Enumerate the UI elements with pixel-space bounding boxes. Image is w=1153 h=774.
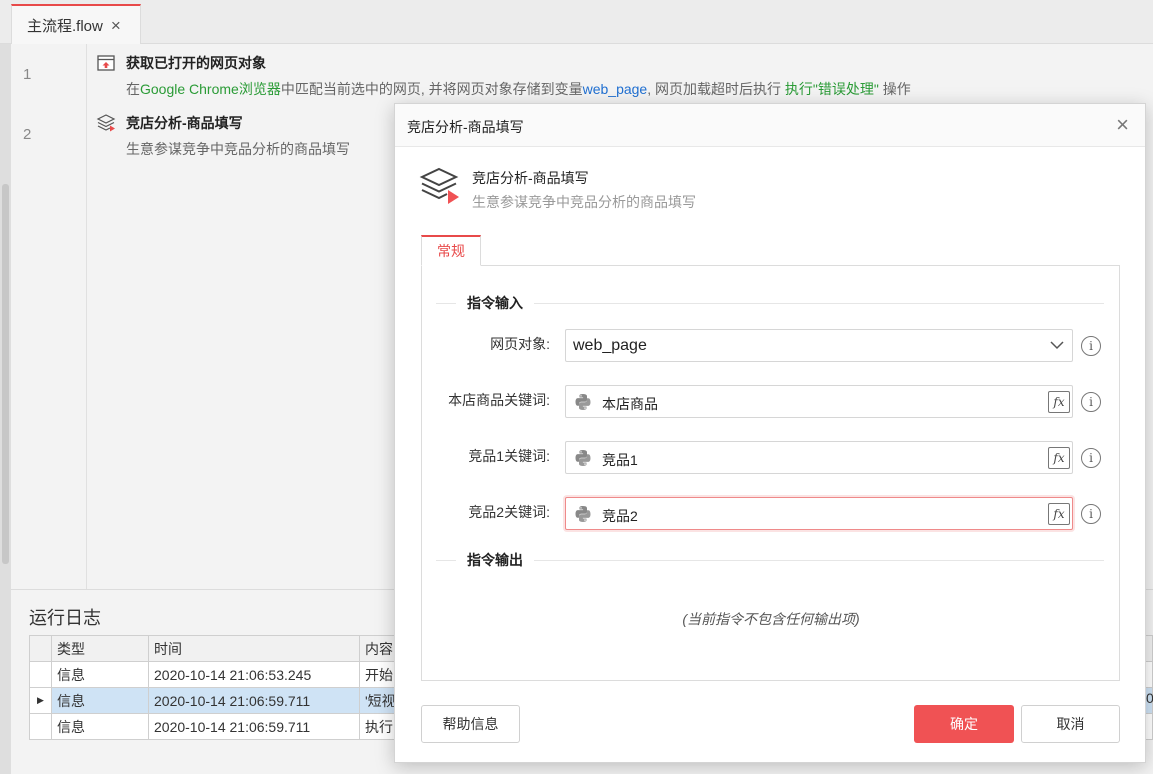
scrollbar-thumb[interactable] [2,184,9,564]
column-header-time[interactable]: 时间 [148,635,360,662]
log-title: 运行日志 [29,608,101,628]
dialog-header: 竞店分析-商品填写 × [395,104,1145,147]
section-input: 指令输入 [436,293,1104,313]
command-name: 竞店分析-商品填写 [472,170,589,186]
comp1-keyword-value: 竞品1 [602,452,638,468]
step-desc: 生意参谋竞争中竞品分析的商品填写 [126,141,350,157]
log-type: 信息 [51,661,149,688]
command-dialog: 竞店分析-商品填写 × 竞店分析-商品填写 生意参谋竞争中竞品分析的商品填写 常… [394,103,1146,763]
row-indicator [29,713,52,740]
row-indicator [29,661,52,688]
python-icon [575,506,591,522]
comp2-keyword-value: 竞品2 [602,508,638,524]
tab-main-flow[interactable]: 主流程.flow × [11,4,141,44]
info-icon[interactable]: i [1081,392,1101,412]
no-output-message: (当前指令不包含任何输出项) [682,611,860,627]
line-number: 2 [23,126,32,143]
tab-bar: 主流程.flow × [0,0,1153,44]
fx-icon[interactable]: fx [1048,447,1070,469]
store-keyword-input[interactable]: 本店商品 [565,385,1073,418]
tab-label: 主流程.flow [27,17,103,35]
info-icon[interactable]: i [1081,448,1101,468]
row-indicator-header [29,635,52,662]
info-icon[interactable]: i [1081,336,1101,356]
step-desc: 在Google Chrome浏览器中匹配当前选中的网页, 并将网页对象存储到变量… [126,81,911,97]
help-button[interactable]: 帮助信息 [421,705,520,743]
web-object-select[interactable]: web_page [565,329,1073,362]
section-output-label: 指令输出 [456,550,534,570]
webpage-icon [97,55,115,71]
left-scrollbar[interactable] [0,44,11,774]
comp1-keyword-input[interactable]: 竞品1 [565,441,1073,474]
info-icon[interactable]: i [1081,504,1101,524]
line-gutter: 1 2 [11,44,87,589]
log-time: 2020-10-14 21:06:53.245 [148,661,360,688]
ok-button[interactable]: 确定 [914,705,1014,743]
chevron-down-icon [1050,341,1064,350]
tab-general[interactable]: 常规 [421,235,481,266]
python-icon [575,394,591,410]
step-title: 竞店分析-商品填写 [126,115,243,131]
log-overflow-text: 0 [1146,690,1153,706]
cancel-button[interactable]: 取消 [1021,705,1120,743]
dialog-title: 竞店分析-商品填写 [407,119,524,135]
log-time: 2020-10-14 21:06:59.711 [148,713,360,740]
line-number: 1 [23,66,32,83]
fx-icon[interactable]: fx [1048,391,1070,413]
section-input-label: 指令输入 [456,293,534,313]
column-header-type[interactable]: 类型 [51,635,149,662]
store-keyword-label: 本店商品关键词: [448,392,550,408]
python-icon [575,450,591,466]
comp1-keyword-label: 竞品1关键词: [468,448,550,464]
close-icon[interactable]: × [1116,114,1129,136]
log-type: 信息 [51,713,149,740]
comp2-keyword-input[interactable]: 竞品2 [565,497,1073,530]
comp2-keyword-label: 竞品2关键词: [468,504,550,520]
web-object-value: web_page [573,337,647,354]
fx-icon[interactable]: fx [1048,503,1070,525]
section-output: 指令输出 [436,550,1104,570]
command-description: 生意参谋竞争中竞品分析的商品填写 [472,194,696,210]
layers-icon [96,114,116,132]
step-title: 获取已打开的网页对象 [126,55,266,71]
tab-close-icon[interactable]: × [111,17,121,34]
web-object-label: 网页对象: [490,336,550,352]
layers-icon [419,167,459,204]
log-time: 2020-10-14 21:06:59.711 [148,687,360,714]
log-type: 信息 [51,687,149,714]
store-keyword-value: 本店商品 [602,396,658,412]
row-selected-arrow-icon: ▶ [29,687,52,714]
